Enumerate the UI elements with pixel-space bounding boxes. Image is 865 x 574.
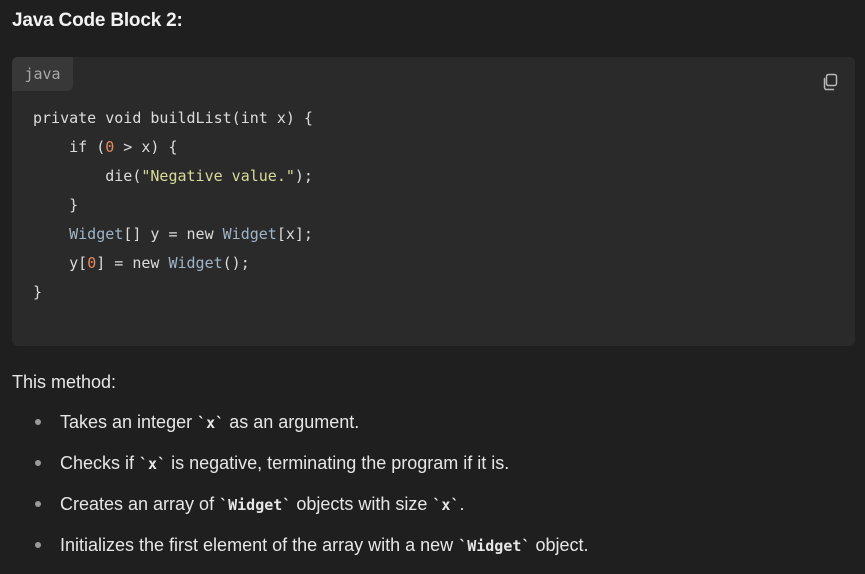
code-token: [x]; xyxy=(276,225,313,243)
bullet-text: as an argument. xyxy=(224,412,360,432)
bullet-text: object. xyxy=(530,535,589,555)
copy-icon xyxy=(823,73,838,91)
bullet-text: Creates an array of xyxy=(60,494,220,514)
bullet-text: . xyxy=(459,494,465,514)
explanation: This method: Takes an integer `x` as an … xyxy=(12,370,853,574)
code-line: die("Negative value."); xyxy=(33,162,313,191)
code-line: Widget[] y = new Widget[x]; xyxy=(33,220,313,249)
code-token: } xyxy=(33,196,79,214)
bullet-dot xyxy=(35,542,41,548)
bullet-text: is negative, terminating the program if … xyxy=(166,453,510,473)
code-line: } xyxy=(33,191,313,220)
code-token: if ( xyxy=(33,138,106,156)
bullet-dot xyxy=(35,501,41,507)
code-token: 0 xyxy=(105,138,115,156)
bullet-item: Creates an array of `Widget` objects wit… xyxy=(12,492,853,533)
code-token: 0 xyxy=(87,254,97,272)
copy-code-button[interactable] xyxy=(821,73,839,91)
code-token: y[ xyxy=(33,254,88,272)
code-block: java private void buildList(int x) { if … xyxy=(12,57,855,346)
bullet-text: objects with size xyxy=(291,494,433,514)
bullet-list: Takes an integer `x` as an argument. Chec… xyxy=(12,410,853,574)
code-token: Widget xyxy=(222,225,277,243)
code-line: } xyxy=(33,278,313,307)
code-token: ); xyxy=(294,167,313,185)
code-line: y[0] = new Widget(); xyxy=(33,249,313,278)
bullet-dot xyxy=(35,419,41,425)
intro-text: This method: xyxy=(12,372,117,392)
inline-code: `x` xyxy=(139,455,167,473)
bullet-text: Initializes the first element of the arr… xyxy=(60,535,459,555)
code-token: ] = new xyxy=(96,254,169,272)
code-line: if (0 > x) { xyxy=(33,133,313,162)
code-token: die( xyxy=(33,167,142,185)
bullet-dot xyxy=(35,460,41,466)
bullet-text: Takes an integer xyxy=(60,412,198,432)
code-line: private void buildList(int x) { xyxy=(33,104,313,133)
code-token: "Negative value." xyxy=(141,167,295,185)
code-token: } xyxy=(33,283,43,301)
code-token: [] y = new xyxy=(123,225,223,243)
inline-code: `Widget` xyxy=(458,537,531,555)
language-tag: java xyxy=(12,57,73,91)
code-token: > x) { xyxy=(114,138,178,156)
code-token: Widget xyxy=(69,225,124,243)
bullet-item: Initializes the first element of the arr… xyxy=(12,533,853,574)
inline-code: `x` xyxy=(432,496,460,514)
bullet-text: Checks if xyxy=(60,453,140,473)
code-content[interactable]: private void buildList(int x) { if (0 > … xyxy=(33,104,313,307)
bullet-item: Checks if `x` is negative, terminating t… xyxy=(12,451,853,492)
code-token: Widget xyxy=(168,254,223,272)
code-token: private void buildList(int x) { xyxy=(33,109,313,127)
section-heading: Java Code Block 2: xyxy=(12,10,183,31)
code-token: (); xyxy=(222,254,250,272)
inline-code: `Widget` xyxy=(219,496,292,514)
bullet-item: Takes an integer `x` as an argument. xyxy=(12,410,853,451)
inline-code: `x` xyxy=(197,414,225,432)
